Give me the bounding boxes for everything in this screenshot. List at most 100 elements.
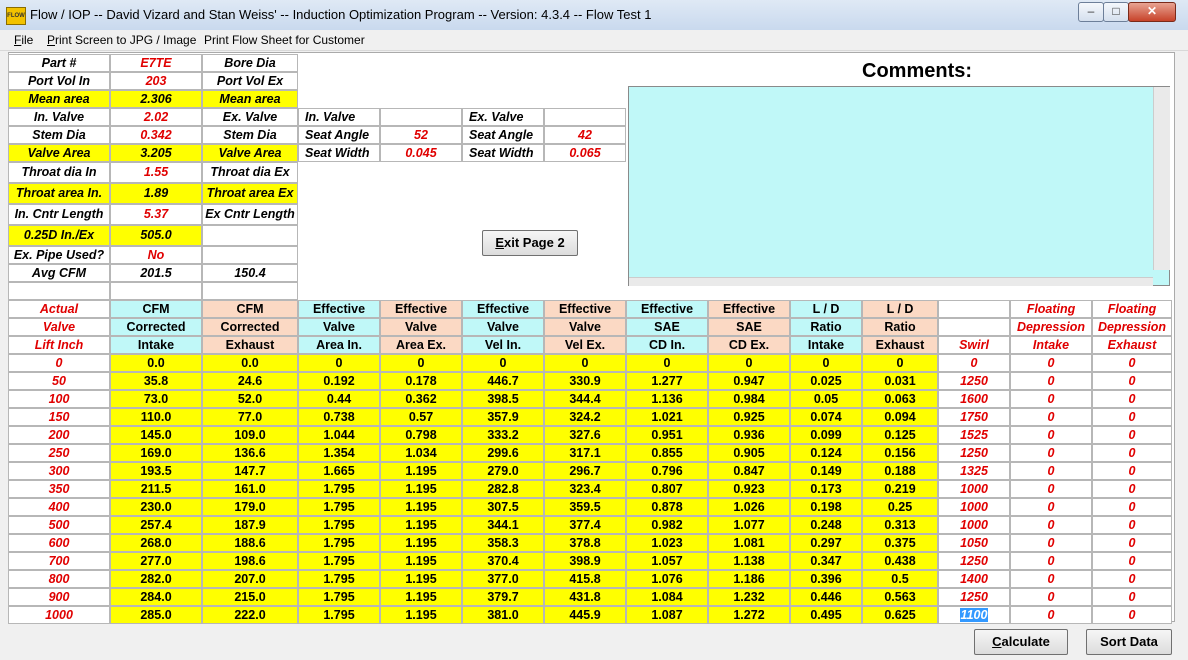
- grid-cell-r5-c13[interactable]: 0: [1092, 444, 1172, 462]
- grid-cell-r4-c13[interactable]: 0: [1092, 426, 1172, 444]
- grid-cell-r0-c4[interactable]: 0: [380, 354, 462, 372]
- grid-cell-r4-c9[interactable]: 0.099: [790, 426, 862, 444]
- grid-cell-r4-c3[interactable]: 1.044: [298, 426, 380, 444]
- grid-cell-r3-c4[interactable]: 0.57: [380, 408, 462, 426]
- grid-cell-r1-c5[interactable]: 446.7: [462, 372, 544, 390]
- grid-cell-r14-c13[interactable]: 0: [1092, 606, 1172, 624]
- grid-cell-r14-c4[interactable]: 1.195: [380, 606, 462, 624]
- seat-in-width-value[interactable]: 0.045: [380, 144, 462, 162]
- grid-cell-r13-c2[interactable]: 215.0: [202, 588, 298, 606]
- grid-cell-r12-c1[interactable]: 282.0: [110, 570, 202, 588]
- grid-cell-r0-c7[interactable]: 0: [626, 354, 708, 372]
- grid-cell-r4-c11[interactable]: 1525: [938, 426, 1010, 444]
- grid-cell-r2-c2[interactable]: 52.0: [202, 390, 298, 408]
- grid-cell-r7-c9[interactable]: 0.173: [790, 480, 862, 498]
- grid-cell-r5-c11[interactable]: 1250: [938, 444, 1010, 462]
- spec-cell-r7-c1[interactable]: 1.89: [110, 183, 202, 204]
- grid-cell-r12-c4[interactable]: 1.195: [380, 570, 462, 588]
- grid-cell-r13-c11[interactable]: 1250: [938, 588, 1010, 606]
- grid-cell-r8-c1[interactable]: 230.0: [110, 498, 202, 516]
- grid-cell-r8-c6[interactable]: 359.5: [544, 498, 626, 516]
- grid-cell-r3-c7[interactable]: 1.021: [626, 408, 708, 426]
- grid-cell-r5-c9[interactable]: 0.124: [790, 444, 862, 462]
- grid-cell-r13-c12[interactable]: 0: [1010, 588, 1092, 606]
- grid-cell-r1-c9[interactable]: 0.025: [790, 372, 862, 390]
- grid-cell-r13-c5[interactable]: 379.7: [462, 588, 544, 606]
- grid-cell-r13-c6[interactable]: 431.8: [544, 588, 626, 606]
- grid-cell-r3-c5[interactable]: 357.9: [462, 408, 544, 426]
- grid-cell-r11-c1[interactable]: 277.0: [110, 552, 202, 570]
- grid-cell-r11-c12[interactable]: 0: [1010, 552, 1092, 570]
- grid-cell-r2-c13[interactable]: 0: [1092, 390, 1172, 408]
- grid-cell-r2-c7[interactable]: 1.136: [626, 390, 708, 408]
- grid-cell-r9-c1[interactable]: 257.4: [110, 516, 202, 534]
- grid-cell-r6-c2[interactable]: 147.7: [202, 462, 298, 480]
- grid-cell-r11-c3[interactable]: 1.795: [298, 552, 380, 570]
- grid-cell-r9-c7[interactable]: 0.982: [626, 516, 708, 534]
- grid-cell-r11-c7[interactable]: 1.057: [626, 552, 708, 570]
- grid-cell-r11-c8[interactable]: 1.138: [708, 552, 790, 570]
- grid-cell-r0-c5[interactable]: 0: [462, 354, 544, 372]
- grid-cell-r7-c12[interactable]: 0: [1010, 480, 1092, 498]
- spec-cell-r6-c1[interactable]: 1.55: [110, 162, 202, 183]
- spec-cell-r0-c1[interactable]: E7TE: [110, 54, 202, 72]
- grid-cell-r5-c4[interactable]: 1.034: [380, 444, 462, 462]
- grid-cell-r12-c12[interactable]: 0: [1010, 570, 1092, 588]
- grid-cell-r7-c11[interactable]: 1000: [938, 480, 1010, 498]
- grid-cell-r2-c9[interactable]: 0.05: [790, 390, 862, 408]
- grid-cell-r14-c12[interactable]: 0: [1010, 606, 1092, 624]
- grid-cell-r11-c13[interactable]: 0: [1092, 552, 1172, 570]
- grid-cell-r9-c8[interactable]: 1.077: [708, 516, 790, 534]
- grid-cell-r1-c4[interactable]: 0.178: [380, 372, 462, 390]
- grid-cell-r2-c4[interactable]: 0.362: [380, 390, 462, 408]
- spec-cell-r8-c1[interactable]: 5.37: [110, 204, 202, 225]
- grid-cell-r12-c11[interactable]: 1400: [938, 570, 1010, 588]
- minimize-button[interactable]: –: [1078, 2, 1104, 22]
- grid-cell-r5-c1[interactable]: 169.0: [110, 444, 202, 462]
- grid-cell-r4-c4[interactable]: 0.798: [380, 426, 462, 444]
- grid-cell-r0-c2[interactable]: 0.0: [202, 354, 298, 372]
- grid-cell-r7-c13[interactable]: 0: [1092, 480, 1172, 498]
- spec-cell-r1-c1[interactable]: 203: [110, 72, 202, 90]
- grid-cell-r11-c6[interactable]: 398.9: [544, 552, 626, 570]
- seat-ex-angle-value[interactable]: 42: [544, 126, 626, 144]
- grid-cell-r6-c5[interactable]: 279.0: [462, 462, 544, 480]
- grid-cell-r5-c7[interactable]: 0.855: [626, 444, 708, 462]
- grid-cell-r11-c11[interactable]: 1250: [938, 552, 1010, 570]
- maximize-button[interactable]: □: [1103, 2, 1129, 22]
- grid-cell-r3-c6[interactable]: 324.2: [544, 408, 626, 426]
- grid-cell-r2-c11[interactable]: 1600: [938, 390, 1010, 408]
- spec-cell-r10-c1[interactable]: No: [110, 246, 202, 264]
- grid-cell-r12-c8[interactable]: 1.186: [708, 570, 790, 588]
- grid-cell-r3-c10[interactable]: 0.094: [862, 408, 938, 426]
- grid-cell-r14-c9[interactable]: 0.495: [790, 606, 862, 624]
- grid-cell-r12-c10[interactable]: 0.5: [862, 570, 938, 588]
- grid-cell-r8-c4[interactable]: 1.195: [380, 498, 462, 516]
- grid-cell-r11-c5[interactable]: 370.4: [462, 552, 544, 570]
- grid-cell-r3-c8[interactable]: 0.925: [708, 408, 790, 426]
- grid-cell-r0-c3[interactable]: 0: [298, 354, 380, 372]
- grid-cell-r13-c3[interactable]: 1.795: [298, 588, 380, 606]
- grid-cell-r11-c9[interactable]: 0.347: [790, 552, 862, 570]
- comments-vertical-scrollbar[interactable]: [1153, 87, 1170, 270]
- grid-cell-r12-c13[interactable]: 0: [1092, 570, 1172, 588]
- grid-cell-r13-c7[interactable]: 1.084: [626, 588, 708, 606]
- menu-print-flow-sheet[interactable]: Print Flow Sheet for Customer: [204, 33, 365, 47]
- grid-cell-r8-c12[interactable]: 0: [1010, 498, 1092, 516]
- grid-cell-r2-c10[interactable]: 0.063: [862, 390, 938, 408]
- grid-cell-r4-c7[interactable]: 0.951: [626, 426, 708, 444]
- grid-cell-r10-c4[interactable]: 1.195: [380, 534, 462, 552]
- grid-cell-r1-c11[interactable]: 1250: [938, 372, 1010, 390]
- grid-cell-r7-c8[interactable]: 0.923: [708, 480, 790, 498]
- grid-cell-r8-c3[interactable]: 1.795: [298, 498, 380, 516]
- grid-cell-r10-c11[interactable]: 1050: [938, 534, 1010, 552]
- grid-cell-r0-c10[interactable]: 0: [862, 354, 938, 372]
- spec-cell-r9-c1[interactable]: 505.0: [110, 225, 202, 246]
- grid-cell-r8-c13[interactable]: 0: [1092, 498, 1172, 516]
- grid-cell-r12-c9[interactable]: 0.396: [790, 570, 862, 588]
- grid-cell-r14-c10[interactable]: 0.625: [862, 606, 938, 624]
- close-button[interactable]: ✕: [1128, 2, 1176, 22]
- grid-cell-r2-c8[interactable]: 0.984: [708, 390, 790, 408]
- comments-horizontal-scrollbar[interactable]: [629, 277, 1153, 286]
- grid-cell-r10-c8[interactable]: 1.081: [708, 534, 790, 552]
